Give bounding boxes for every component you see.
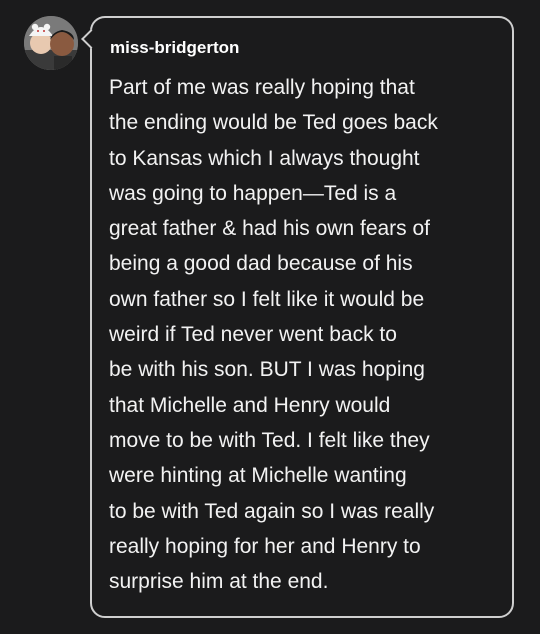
username-link[interactable]: miss-bridgerton <box>110 38 239 58</box>
message-line: to be with Ted again so I was really <box>109 499 435 523</box>
message-bubble: miss-bridgerton Part of me was really ho… <box>90 16 514 618</box>
message-line: was going to happen—Ted is a <box>109 181 397 205</box>
message-line: be with his son. BUT I was hoping <box>109 358 425 382</box>
message-line: that Michelle and Henry would <box>109 393 391 417</box>
message-line: being a good dad because of his <box>109 252 413 276</box>
message-line: the ending would be Ted goes back <box>109 111 438 135</box>
avatar-photo <box>24 16 78 70</box>
message-line: were hinting at Michelle wanting <box>109 464 407 488</box>
message-line: own father so I felt like it would be <box>109 287 425 311</box>
message-body: Part of me was really hoping that the en… <box>109 70 438 599</box>
message-line: weird if Ted never went back to <box>109 323 397 347</box>
message-line: move to be with Ted. I felt like they <box>109 428 430 452</box>
message-line: surprise him at the end. <box>109 570 329 594</box>
message-line: really hoping for her and Henry to <box>109 534 421 558</box>
message-line: to Kansas which I always thought <box>109 146 420 170</box>
message-line: great father & had his own fears of <box>109 217 431 241</box>
message-line: Part of me was really hoping that <box>109 76 415 99</box>
avatar[interactable] <box>24 16 78 70</box>
